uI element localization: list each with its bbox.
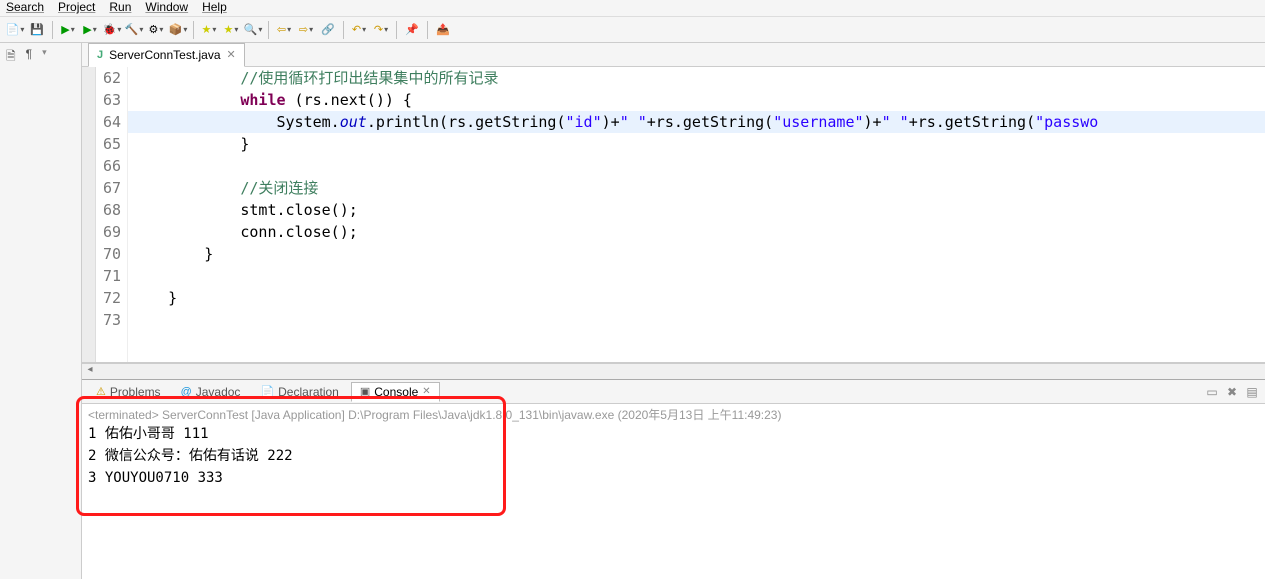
maximize-icon[interactable]: ▤	[1245, 385, 1259, 399]
tab-problems[interactable]: ⚠ Problems	[88, 383, 169, 401]
menu-help[interactable]: Help	[202, 0, 227, 14]
main-area: 🗎 ¶ ▾ J ServerConnTest.java ✕ 6263646566…	[0, 43, 1265, 579]
menu-search[interactable]: Search	[6, 0, 44, 14]
remove-all-icon[interactable]: ✖	[1225, 385, 1239, 399]
console-status-line: <terminated> ServerConnTest [Java Applic…	[88, 406, 1259, 423]
search-button[interactable]: 🔍	[244, 21, 262, 39]
pin-button[interactable]: 📌	[403, 21, 421, 39]
code-content[interactable]: //使用循环打印出结果集中的所有记录 while (rs.next()) { S…	[128, 67, 1265, 362]
tab-console-label: Console	[374, 385, 418, 399]
save-button[interactable]: 💾	[28, 21, 46, 39]
menu-window[interactable]: Window	[145, 0, 188, 14]
tab-javadoc[interactable]: @ Javadoc	[173, 383, 249, 401]
run-button[interactable]: ▶	[59, 21, 77, 39]
tools-button[interactable]: ⚙	[147, 21, 165, 39]
declaration-icon: 📄	[260, 385, 274, 398]
toolbar-divider	[268, 21, 269, 39]
console-icon: ▣	[360, 385, 370, 398]
toolbar-divider	[427, 21, 428, 39]
dropdown-icon[interactable]: ▾	[42, 47, 47, 68]
tab-declaration-label: Declaration	[278, 385, 339, 399]
debug-button[interactable]: 🐞	[103, 21, 121, 39]
undo-button[interactable]: ↶	[350, 21, 368, 39]
editor-tab-label: ServerConnTest.java	[109, 48, 220, 62]
link-editor-button[interactable]: 🔗	[319, 21, 337, 39]
editor-tab-serverconntest[interactable]: J ServerConnTest.java ✕	[88, 43, 245, 67]
toolbar-divider	[343, 21, 344, 39]
new-button[interactable]: 📄	[6, 21, 24, 39]
show-whitespace-icon[interactable]: ¶	[26, 47, 32, 68]
run-last-button[interactable]: ▶	[81, 21, 99, 39]
fwd-history-button[interactable]: ⇨	[297, 21, 315, 39]
tab-javadoc-label: Javadoc	[196, 385, 241, 399]
menubar: Search Project Run Window Help	[0, 0, 1265, 17]
console-body[interactable]: <terminated> ServerConnTest [Java Applic…	[82, 404, 1265, 579]
toolbar-divider	[396, 21, 397, 39]
main-toolbar: 📄 💾 ▶ ▶ 🐞 🔨 ⚙ 📦 ★ ★ 🔍 ⇦ ⇨ 🔗 ↶ ↷ 📌 📤	[0, 17, 1265, 43]
editor-area: J ServerConnTest.java ✕ 6263646566676869…	[82, 43, 1265, 579]
bottom-panel-toolbar: ▭ ✖ ▤	[1205, 385, 1259, 399]
outline-icon[interactable]: 🗎	[6, 47, 16, 68]
back-history-button[interactable]: ⇦	[275, 21, 293, 39]
line-numbers: 626364656667686970717273	[96, 67, 128, 362]
horizontal-scrollbar[interactable]: ◂	[82, 363, 1265, 379]
toolbar-divider	[52, 21, 53, 39]
package-button[interactable]: 📦	[169, 21, 187, 39]
problems-icon: ⚠	[96, 385, 106, 398]
tab-declaration[interactable]: 📄 Declaration	[252, 383, 346, 401]
java-file-icon: J	[97, 49, 103, 61]
close-console-icon[interactable]: ✕	[422, 386, 430, 397]
open-type-button[interactable]: ★	[200, 21, 218, 39]
toolbar-divider	[193, 21, 194, 39]
fold-margin	[82, 67, 96, 362]
left-sidebar: 🗎 ¶ ▾	[0, 43, 82, 579]
bottom-panel: ⚠ Problems @ Javadoc 📄 Declaration ▣ Con…	[82, 379, 1265, 579]
redo-button[interactable]: ↷	[372, 21, 390, 39]
open-perspective-button[interactable]: 📤	[434, 21, 452, 39]
javadoc-icon: @	[181, 386, 192, 398]
open-task-button[interactable]: ★	[222, 21, 240, 39]
close-tab-icon[interactable]: ✕	[227, 48, 236, 61]
tab-problems-label: Problems	[110, 385, 161, 399]
minimize-icon[interactable]: ▭	[1205, 385, 1219, 399]
menu-run[interactable]: Run	[109, 0, 131, 14]
code-editor[interactable]: 626364656667686970717273 //使用循环打印出结果集中的所…	[82, 67, 1265, 363]
scroll-left-icon[interactable]: ◂	[82, 364, 98, 375]
build-button[interactable]: 🔨	[125, 21, 143, 39]
bottom-tabbar: ⚠ Problems @ Javadoc 📄 Declaration ▣ Con…	[82, 380, 1265, 404]
tab-console[interactable]: ▣ Console ✕	[351, 382, 440, 402]
console-output: 1 佑佑小哥哥 1112 微信公众号：佑佑有话说 2223 YOUYOU0710…	[88, 423, 1259, 489]
menu-project[interactable]: Project	[58, 0, 95, 14]
editor-tabbar: J ServerConnTest.java ✕	[82, 43, 1265, 67]
